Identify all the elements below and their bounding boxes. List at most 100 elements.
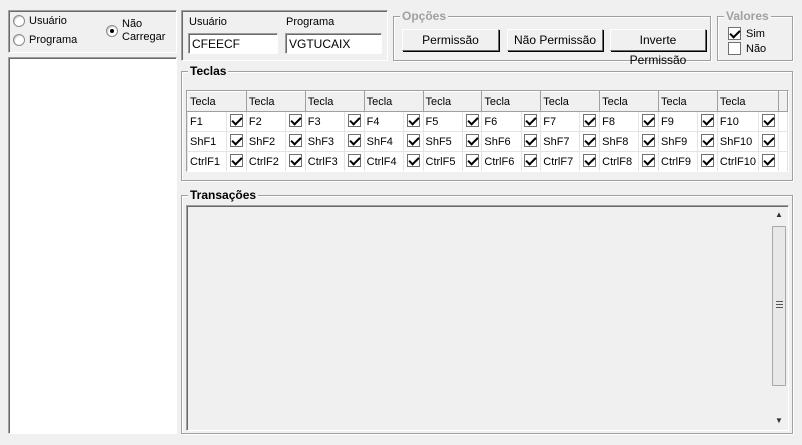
tecla-checkbox[interactable] (583, 153, 597, 167)
valores-sim-checkbox[interactable] (728, 27, 741, 40)
tecla-check-cell[interactable] (226, 111, 247, 132)
scroll-thumb[interactable] (772, 226, 786, 386)
tecla-name-cell: ShF7 (540, 131, 581, 152)
tecla-check-cell[interactable] (461, 111, 483, 132)
tecla-check-cell[interactable] (461, 131, 483, 152)
tecla-name-cell: ShF3 (304, 131, 345, 152)
tecla-check-cell[interactable] (343, 111, 365, 132)
scroll-down-button[interactable]: ▼ (771, 413, 787, 429)
programa-field[interactable]: VGTUCAIX (285, 33, 382, 54)
teclas-title: Teclas (188, 64, 229, 78)
radio-usuario-indicator[interactable] (13, 15, 25, 27)
tecla-checkbox[interactable] (761, 153, 775, 167)
tecla-checkbox[interactable] (583, 113, 597, 127)
tecla-check-cell[interactable] (579, 111, 601, 132)
radio-nao-carregar-indicator[interactable] (106, 25, 118, 37)
programa-label: Programa (286, 16, 335, 28)
tecla-check-cell[interactable] (226, 131, 247, 152)
tecla-check-cell[interactable] (461, 151, 483, 171)
teclas-header-filler (777, 91, 788, 112)
inverte-permissao-button[interactable]: Inverte Permissão (610, 29, 706, 67)
tecla-check-cell[interactable] (697, 131, 718, 152)
teclas-header-cell: Tecla (422, 91, 483, 112)
tecla-check-cell[interactable] (520, 111, 542, 132)
tecla-checkbox[interactable] (701, 113, 715, 127)
tecla-check-cell[interactable] (697, 111, 718, 132)
tecla-checkbox[interactable] (701, 133, 715, 147)
tecla-check-cell[interactable] (402, 111, 424, 132)
tecla-check-cell[interactable] (579, 131, 601, 152)
tecla-name-cell: F4 (363, 111, 404, 132)
scroll-up-button[interactable]: ▲ (771, 207, 787, 223)
tecla-check-cell[interactable] (579, 151, 601, 171)
tecla-checkbox[interactable] (465, 113, 479, 127)
tecla-check-cell[interactable] (226, 151, 247, 171)
radio-programa-indicator[interactable] (13, 34, 25, 46)
tecla-check-cell[interactable] (520, 151, 542, 171)
tecla-checkbox[interactable] (288, 113, 302, 127)
tecla-checkbox[interactable] (465, 133, 479, 147)
transacoes-title: Transações (188, 188, 259, 202)
radio-usuario[interactable]: Usuário (13, 15, 67, 27)
transacoes-scrollbar[interactable]: ▲ ▼ (771, 207, 787, 429)
arrow-down-icon: ▼ (775, 416, 783, 425)
tecla-check-cell[interactable] (638, 151, 659, 171)
tecla-checkbox[interactable] (701, 153, 715, 167)
tecla-check-cell[interactable] (402, 131, 424, 152)
tecla-name-cell: F2 (245, 111, 287, 132)
tecla-checkbox[interactable] (524, 133, 538, 147)
tecla-check-cell[interactable] (638, 131, 659, 152)
permissao-button[interactable]: Permissão (402, 29, 499, 51)
table-row: F1 F2 F3 F4 F5 F6 F7 F8 F9 F10 (187, 111, 788, 132)
radio-nao-carregar[interactable]: Não Carregar (106, 18, 166, 44)
tecla-check-cell[interactable] (343, 151, 365, 171)
tecla-checkbox[interactable] (406, 113, 420, 127)
tecla-checkbox[interactable] (642, 133, 656, 147)
tecla-check-cell[interactable] (285, 111, 306, 132)
transacoes-list[interactable]: ▲ ▼ (186, 205, 789, 431)
grip-icon (776, 301, 783, 308)
valores-sim[interactable]: Sim (728, 27, 765, 40)
tecla-check-cell[interactable] (757, 151, 779, 171)
valores-nao-checkbox[interactable] (728, 42, 741, 55)
tecla-checkbox[interactable] (230, 113, 244, 127)
tecla-checkbox[interactable] (347, 153, 361, 167)
radio-programa[interactable]: Programa (13, 34, 77, 46)
tecla-check-cell[interactable] (343, 131, 365, 152)
tecla-check-cell[interactable] (638, 111, 659, 132)
tecla-check-cell[interactable] (757, 111, 779, 132)
teclas-header-cell: Tecla (716, 91, 779, 112)
nao-permissao-button[interactable]: Não Permissão (507, 29, 603, 51)
tecla-check-cell[interactable] (285, 151, 306, 171)
tecla-checkbox[interactable] (288, 133, 302, 147)
tecla-name-cell: F5 (422, 111, 463, 132)
tecla-checkbox[interactable] (230, 133, 244, 147)
tecla-checkbox[interactable] (406, 153, 420, 167)
radio-usuario-label: Usuário (29, 15, 67, 27)
item-list[interactable] (8, 57, 177, 434)
valores-nao[interactable]: Não (728, 42, 766, 55)
tecla-checkbox[interactable] (230, 153, 244, 167)
tecla-checkbox[interactable] (524, 113, 538, 127)
tecla-checkbox[interactable] (524, 153, 538, 167)
tecla-checkbox[interactable] (583, 133, 597, 147)
tecla-checkbox[interactable] (761, 113, 775, 127)
tecla-checkbox[interactable] (761, 133, 775, 147)
tecla-check-cell[interactable] (402, 151, 424, 171)
usuario-field[interactable]: CFEECF (188, 33, 278, 54)
tecla-checkbox[interactable] (642, 113, 656, 127)
tecla-name-cell: CtrlF2 (245, 151, 287, 171)
tecla-checkbox[interactable] (347, 113, 361, 127)
tecla-checkbox[interactable] (406, 133, 420, 147)
tecla-checkbox[interactable] (288, 153, 302, 167)
tecla-check-cell[interactable] (757, 131, 779, 152)
teclas-grid[interactable]: Tecla Tecla Tecla Tecla Tecla Tecla Tecla Tecla… (186, 90, 789, 172)
tecla-check-cell[interactable] (520, 131, 542, 152)
teclas-header-cell: Tecla (304, 91, 365, 112)
tecla-check-cell[interactable] (697, 151, 718, 171)
tecla-checkbox[interactable] (347, 133, 361, 147)
tecla-check-cell[interactable] (285, 131, 306, 152)
tecla-name-cell: ShF9 (657, 131, 699, 152)
tecla-checkbox[interactable] (465, 153, 479, 167)
tecla-checkbox[interactable] (642, 153, 656, 167)
